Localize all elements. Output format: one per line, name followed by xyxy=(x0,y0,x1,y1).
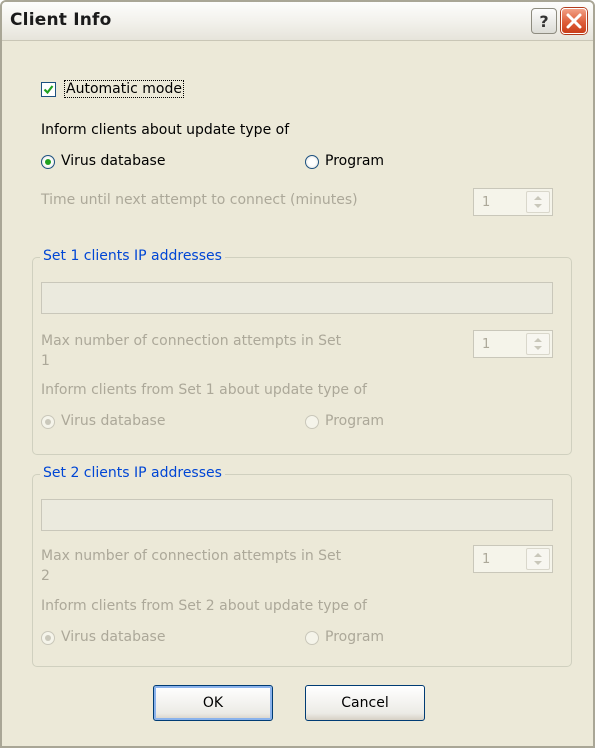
help-icon: ? xyxy=(539,12,548,31)
set-2-inform-label: Inform clients from Set 2 about update t… xyxy=(41,598,367,614)
set-1-legend: Set 1 clients IP addresses xyxy=(40,248,225,264)
set-1-max-attempts-value: 1 xyxy=(482,337,491,352)
retry-time-spinner[interactable]: 1 xyxy=(473,188,553,216)
spin-arrows-icon xyxy=(534,553,542,565)
set-1-radio-program-label[interactable]: Program xyxy=(325,413,384,429)
svg-text:?: ? xyxy=(539,12,548,31)
set-2-radio-virus-database-label[interactable]: Virus database xyxy=(61,629,165,645)
retry-time-value: 1 xyxy=(482,195,491,210)
radio-virus-database-label[interactable]: Virus database xyxy=(61,153,165,169)
retry-time-label: Time until next attempt to connect (minu… xyxy=(41,192,358,208)
automatic-mode-checkbox[interactable] xyxy=(41,82,56,97)
set-2-max-attempts-label-line2: 2 xyxy=(41,568,50,584)
set-2-radio-virus-database[interactable] xyxy=(41,631,55,645)
ok-button[interactable]: OK xyxy=(153,685,273,721)
set-1-radio-virus-database-label[interactable]: Virus database xyxy=(61,413,165,429)
automatic-mode-label[interactable]: Automatic mode xyxy=(64,80,184,98)
set-1-max-attempts-spinner[interactable]: 1 xyxy=(473,330,553,358)
close-icon xyxy=(566,13,582,29)
spinner-buttons[interactable] xyxy=(526,548,550,570)
client-info-dialog: Client Info ? Automatic mode Inform clie… xyxy=(0,0,595,748)
cancel-button[interactable]: Cancel xyxy=(305,685,425,721)
set-1-ip-input[interactable] xyxy=(41,282,553,314)
title-bar[interactable]: Client Info ? xyxy=(2,2,593,41)
set-2-max-attempts-spinner[interactable]: 1 xyxy=(473,545,553,573)
checkmark-icon xyxy=(43,85,54,95)
radio-selected-dot xyxy=(45,635,51,641)
set-2-max-attempts-label-line1: Max number of connection attempts in Set xyxy=(41,548,342,564)
set-2-ip-input[interactable] xyxy=(41,499,553,531)
set-1-radio-virus-database[interactable] xyxy=(41,415,55,429)
radio-program[interactable] xyxy=(305,155,319,169)
set-1-radio-program[interactable] xyxy=(305,415,319,429)
window-title: Client Info xyxy=(10,10,112,30)
help-button[interactable]: ? xyxy=(531,8,557,34)
spin-arrows-icon xyxy=(534,196,542,208)
close-button[interactable] xyxy=(561,8,587,34)
set-2-max-attempts-value: 1 xyxy=(482,552,491,567)
radio-virus-database[interactable] xyxy=(41,155,55,169)
spinner-buttons[interactable] xyxy=(526,191,550,213)
radio-selected-dot xyxy=(45,159,51,165)
set-1-max-attempts-label-line2: 1 xyxy=(41,353,50,369)
set-2-radio-program-label[interactable]: Program xyxy=(325,629,384,645)
set-1-max-attempts-label-line1: Max number of connection attempts in Set xyxy=(41,333,342,349)
spin-arrows-icon xyxy=(534,338,542,350)
set-1-inform-label: Inform clients from Set 1 about update t… xyxy=(41,382,367,398)
inform-clients-label: Inform clients about update type of xyxy=(41,122,290,138)
radio-selected-dot xyxy=(45,419,51,425)
spinner-buttons[interactable] xyxy=(526,333,550,355)
radio-program-label[interactable]: Program xyxy=(325,153,384,169)
set-2-radio-program[interactable] xyxy=(305,631,319,645)
set-2-legend: Set 2 clients IP addresses xyxy=(40,465,225,481)
